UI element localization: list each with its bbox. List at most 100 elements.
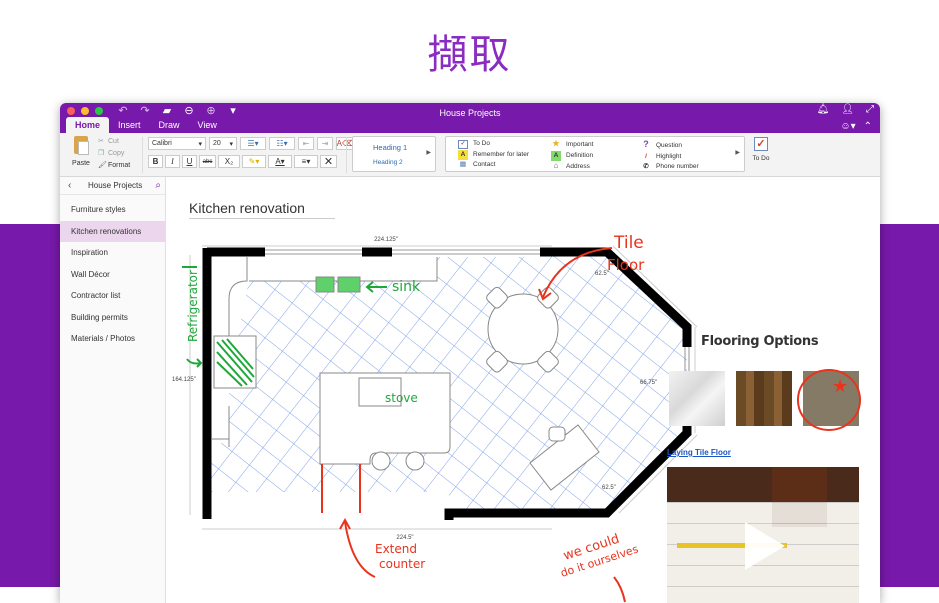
diy-arrow — [613, 576, 626, 603]
refrigerator-arrow — [186, 358, 203, 368]
page-sidebar: ‹ House Projects ⌕ Furniture styles Kitc… — [60, 177, 166, 603]
styles-gallery[interactable]: Heading 1 Heading 2 ▶ — [352, 136, 436, 172]
dim-top: 224.125" — [374, 237, 398, 243]
tags-gallery[interactable]: ✓ To Do A Remember for later ▤ Contact ★ Imp… — [445, 136, 745, 172]
video-link[interactable]: Laying Tile Floor — [667, 448, 731, 457]
annotation-refrigerator: Refrigerator — [186, 270, 200, 342]
play-icon[interactable] — [745, 522, 785, 570]
format-row: B I U abc X₂ ✎▾ A▾ ≡▾ ✕ — [148, 155, 337, 168]
cut-button[interactable]: ✂ Cut — [98, 136, 130, 148]
divider — [142, 137, 143, 173]
italic-button[interactable]: I — [165, 155, 180, 168]
tag-column: ★ Important A Definition ⌂ Address — [551, 139, 593, 173]
checkmark-icon: ✓ — [754, 137, 768, 151]
tab-home[interactable]: Home — [66, 117, 110, 133]
style-heading-1[interactable]: Heading 1 — [373, 143, 407, 152]
red-circle — [797, 369, 861, 431]
style-heading-2[interactable]: Heading 2 — [373, 159, 403, 166]
tag-label: Phone number — [656, 163, 699, 170]
sidebar-item-inspiration[interactable]: Inspiration — [60, 242, 165, 264]
font-color-button[interactable]: A▾ — [268, 155, 292, 168]
copy-icon: ❐ — [98, 150, 105, 157]
tag-todo[interactable]: ✓ To Do — [458, 139, 529, 150]
definition-a-icon: A — [551, 150, 561, 161]
font-name-select[interactable]: Calibri ▾ — [148, 137, 206, 150]
outdent-button[interactable]: ⇤ — [298, 137, 314, 150]
tag-phone[interactable]: ✆ Phone number — [641, 162, 699, 173]
house-icon: ⌂ — [553, 161, 559, 170]
sidebar-item-furniture-styles[interactable]: Furniture styles — [60, 199, 165, 221]
question-icon: ? — [643, 139, 649, 149]
sidebar-item-contractor-list[interactable]: Contractor list — [60, 285, 165, 307]
video-thumbnail[interactable] — [667, 467, 859, 603]
format-label: Format — [108, 162, 131, 169]
swatch-marble[interactable] — [669, 371, 725, 426]
bold-button[interactable]: B — [148, 155, 163, 168]
star-icon: ★ — [552, 139, 560, 148]
expand-tags-icon[interactable]: ▶ — [735, 149, 740, 156]
indent-button[interactable]: ⇥ — [317, 137, 333, 150]
bullet-list-icon: ☰▾ — [247, 139, 259, 148]
strikethrough-button[interactable]: abc — [199, 155, 216, 168]
clipboard-icon — [74, 136, 89, 155]
dim-right: 66.75" — [640, 380, 657, 386]
brush-icon: 🖌︎ — [98, 162, 107, 169]
title-bar-right-lower: ☺▾ ⌃ — [840, 121, 872, 132]
tab-insert[interactable]: Insert — [109, 117, 150, 133]
cabinets — [667, 467, 859, 502]
fullscreen-icon[interactable]: ⤢ — [866, 104, 874, 115]
ribbon: Paste ✂ Cut ❐ Copy 🖌︎Format Calibri ▾ 20 ▾ ☰… — [60, 133, 880, 177]
highlight-a-icon: A — [458, 149, 468, 160]
sidebar-item-wall-decor[interactable]: Wall Décor — [60, 264, 165, 286]
tag-highlight[interactable]: / Highlight — [641, 152, 699, 163]
search-icon[interactable]: ⌕ — [155, 180, 161, 191]
swatch-wood[interactable] — [736, 371, 792, 426]
share-user-icon[interactable]: 👤︎ — [841, 104, 854, 115]
page-canvas[interactable]: Kitchen renovation 224.125" 164.125" 224… — [167, 177, 880, 603]
scissors-icon: ✂ — [98, 138, 104, 145]
tab-draw[interactable]: Draw — [150, 117, 189, 133]
tag-question[interactable]: ? Question — [641, 139, 699, 152]
paste-button[interactable]: Paste — [66, 136, 96, 167]
numbered-list-icon: ☷▾ — [276, 139, 288, 148]
x-icon: ✕ — [323, 156, 334, 168]
title-bar: ↶ ↷ ▰ ⊖ ⊕ ▾ House Projects 🔔︎ 👤︎ ⤢ Home … — [60, 103, 880, 133]
tag-label: Definition — [566, 151, 594, 159]
tag-important[interactable]: ★ Important — [551, 139, 593, 151]
font-name-value: Calibri — [152, 140, 172, 147]
sidebar-item-building-permits[interactable]: Building permits — [60, 307, 165, 329]
format-painter-button[interactable]: 🖌︎Format — [98, 160, 130, 172]
todo-tag-button[interactable]: ✓ To Do — [750, 137, 772, 162]
numbering-button[interactable]: ☷▾ — [269, 137, 295, 150]
font-size-select[interactable]: 20 ▾ — [209, 137, 237, 150]
highlight-button[interactable]: ✎▾ — [242, 155, 266, 168]
eraser-icon: A⌫ — [336, 139, 354, 148]
tag-address[interactable]: ⌂ Address — [551, 161, 593, 173]
subscript-button[interactable]: X₂ — [218, 155, 240, 168]
expand-styles-icon[interactable]: ▶ — [426, 149, 431, 156]
sidebar-item-materials-photos[interactable]: Materials / Photos — [60, 328, 165, 350]
font-row: Calibri ▾ 20 ▾ ☰▾ ☷▾ ⇤ ⇥ A⌫ — [148, 137, 354, 150]
feedback-smiley-icon[interactable]: ☺▾ — [840, 121, 855, 132]
chevron-left-icon[interactable]: ‹ — [68, 180, 80, 191]
sink-basin — [315, 276, 335, 293]
copy-button[interactable]: ❐ Copy — [98, 148, 130, 160]
flooring-options-heading: Flooring Options — [701, 334, 819, 349]
tab-view[interactable]: View — [189, 117, 226, 133]
contact-card-icon: ▤ — [459, 161, 467, 168]
sidebar-item-kitchen-renovations[interactable]: Kitchen renovations — [60, 220, 165, 242]
tag-label: Question — [656, 142, 683, 149]
tag-label: Remember for later — [473, 150, 529, 158]
bullets-button[interactable]: ☰▾ — [240, 137, 266, 150]
tag-contact[interactable]: ▤ Contact — [458, 160, 529, 171]
collapse-ribbon-icon[interactable]: ⌃ — [864, 121, 872, 132]
annotation-counter: counter — [379, 557, 425, 571]
notification-bell-icon[interactable]: 🔔︎ — [817, 104, 830, 115]
star-icon: ★ — [832, 376, 848, 396]
align-button[interactable]: ≡▾ — [294, 155, 318, 168]
tag-definition[interactable]: A Definition — [551, 150, 594, 161]
annotation-stove: stove — [385, 391, 418, 405]
tag-remember[interactable]: A Remember for later — [458, 149, 529, 160]
delete-button[interactable]: ✕ — [320, 155, 337, 168]
underline-button[interactable]: U — [182, 155, 197, 168]
